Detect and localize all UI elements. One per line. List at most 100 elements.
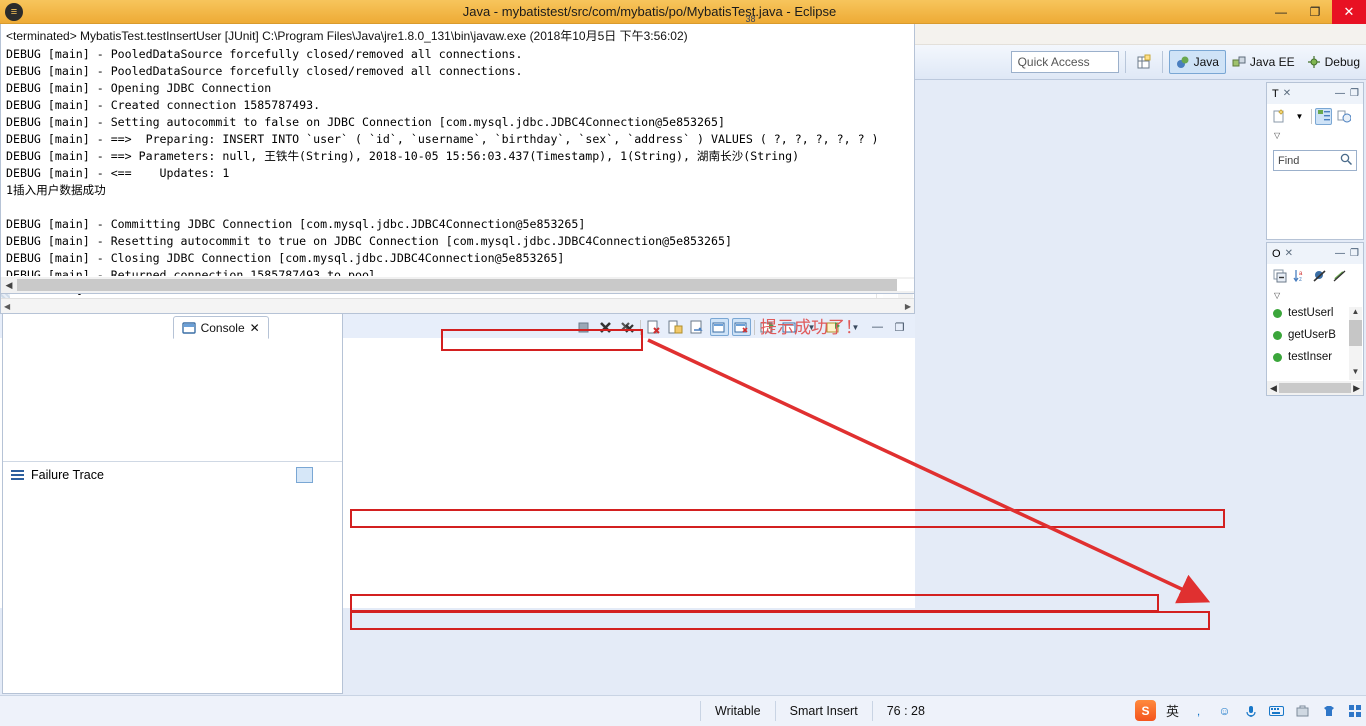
- show-console-on-error-icon[interactable]: [732, 318, 751, 336]
- close-icon[interactable]: ✕: [250, 321, 260, 335]
- tab-task-list-label[interactable]: T: [1272, 88, 1279, 100]
- outline-horizontal-scrollbar[interactable]: ◀ ▶: [1267, 381, 1363, 395]
- sort-icon[interactable]: az: [1291, 268, 1308, 285]
- console-horizontal-scrollbar[interactable]: ◀: [1, 277, 914, 293]
- outline-tab-bar: O ✕ — ❐: [1267, 243, 1363, 264]
- scroll-left-icon[interactable]: ◀: [4, 302, 10, 311]
- terminate-icon[interactable]: [574, 318, 593, 336]
- console-line: DEBUG [main] - Returned connection 15857…: [6, 268, 383, 276]
- scroll-lock-icon[interactable]: [666, 318, 685, 336]
- scroll-thumb[interactable]: [1349, 320, 1362, 346]
- scroll-up-icon[interactable]: ▲: [1349, 307, 1362, 320]
- task-toolbar-separator: [1311, 108, 1312, 124]
- outline-view-menu[interactable]: ▽: [1267, 288, 1363, 302]
- outline-item-label: testUserl: [1288, 307, 1334, 319]
- console-scroll-thumb[interactable]: [17, 279, 897, 291]
- new-task-icon[interactable]: [1271, 108, 1288, 125]
- perspective-debug[interactable]: Debug: [1301, 50, 1366, 74]
- failure-trace-header: Failure Trace: [3, 461, 342, 487]
- console-output[interactable]: <terminated> MybatisTest.testInsertUser …: [0, 24, 915, 294]
- console-line: DEBUG [main] - ==> Parameters: null, 王铁牛…: [6, 149, 800, 163]
- console-toolbar-separator: [640, 319, 641, 335]
- task-find-placeholder: Find: [1278, 154, 1300, 167]
- sogou-logo-icon[interactable]: S: [1135, 700, 1156, 721]
- minimize-console-icon[interactable]: —: [868, 318, 887, 336]
- maximize-button[interactable]: ❐: [1298, 0, 1332, 24]
- hide-static-icon[interactable]: [1331, 268, 1348, 285]
- perspective-javaee-label: Java EE: [1249, 55, 1295, 69]
- failure-trace-menu-icon[interactable]: [317, 467, 334, 483]
- scroll-right-icon[interactable]: ▶: [1353, 383, 1360, 394]
- apps-icon[interactable]: [1345, 701, 1364, 720]
- skin-icon[interactable]: [1319, 701, 1338, 720]
- minimize-button[interactable]: —: [1264, 0, 1298, 24]
- console-line: DEBUG [main] - <== Updates: 1: [6, 166, 230, 180]
- console-launch-header: <terminated> MybatisTest.testInsertUser …: [6, 29, 688, 43]
- ime-language-icon[interactable]: 英: [1163, 701, 1182, 720]
- close-icon[interactable]: ✕: [1283, 88, 1291, 99]
- hide-fields-icon[interactable]: [1311, 268, 1328, 285]
- remove-all-launches-icon[interactable]: [618, 318, 637, 336]
- task-list-toolbar: ▼: [1267, 104, 1363, 128]
- show-console-on-output-icon[interactable]: [710, 318, 729, 336]
- categorize-icon[interactable]: [1315, 107, 1332, 125]
- schedule-icon[interactable]: [1335, 108, 1352, 125]
- editor-overflow-count: 38: [745, 14, 756, 24]
- comma-icon[interactable]: ,: [1189, 701, 1208, 720]
- outline-vertical-scrollbar[interactable]: ▲ ▼: [1349, 307, 1362, 380]
- outline-scroll-thumb[interactable]: [1278, 383, 1352, 393]
- console-scroll-track[interactable]: [17, 279, 914, 291]
- console-line: DEBUG [main] - ==> Preparing: INSERT INT…: [6, 132, 879, 146]
- remove-launch-icon[interactable]: [596, 318, 615, 336]
- minimize-view-icon[interactable]: —: [1335, 248, 1345, 259]
- task-find-input[interactable]: Find: [1273, 150, 1357, 171]
- scroll-left-icon[interactable]: ◀: [1270, 383, 1277, 394]
- toolbox-icon[interactable]: [1293, 701, 1312, 720]
- scroll-down-icon[interactable]: ▼: [1349, 367, 1362, 380]
- toolbar-separator-8: [1161, 51, 1163, 73]
- status-insert-mode: Smart Insert: [774, 701, 872, 721]
- maximize-view-icon[interactable]: ❐: [1350, 248, 1359, 259]
- task-list-view-menu[interactable]: ▽: [1267, 128, 1363, 142]
- failure-trace-label: Failure Trace: [31, 467, 104, 482]
- status-cursor-position: 76 : 28: [871, 701, 939, 721]
- close-icon[interactable]: ✕: [1285, 248, 1293, 259]
- tab-console[interactable]: Console ✕: [172, 316, 269, 339]
- scroll-left-icon[interactable]: ◀: [1, 280, 17, 291]
- compare-result-icon[interactable]: [296, 466, 313, 483]
- open-perspective-icon[interactable]: [1133, 51, 1155, 73]
- console-toolbar-separator-2: [754, 319, 755, 335]
- tab-outline-label[interactable]: O: [1272, 248, 1281, 260]
- search-icon[interactable]: [1340, 153, 1353, 168]
- method-public-icon: [1273, 352, 1282, 362]
- toolbar-separator-7: [1124, 51, 1126, 73]
- svg-text:z: z: [1299, 277, 1302, 283]
- console-log-lines: DEBUG [main] - PooledDataSource forceful…: [1, 46, 914, 276]
- title-bar: ≡ Java - mybatistest/src/com/mybatis/po/…: [0, 0, 1366, 24]
- outline-toolbar: az: [1267, 264, 1363, 288]
- maximize-console-icon[interactable]: ❐: [890, 318, 909, 336]
- close-button[interactable]: ✕: [1332, 0, 1366, 24]
- task-list-view: T ✕ — ❐ ▼ ▽ Find: [1266, 82, 1364, 240]
- ime-toolbar: S 英 , ☺: [1135, 697, 1364, 724]
- console-line: DEBUG [main] - Setting autocommit to fal…: [6, 115, 725, 129]
- console-line: DEBUG [main] - Committing JDBC Connectio…: [6, 217, 586, 231]
- perspective-java[interactable]: Java: [1168, 50, 1226, 74]
- scroll-right-icon[interactable]: ▶: [905, 302, 911, 311]
- mic-icon[interactable]: [1241, 701, 1260, 720]
- editor-horizontal-scrollbar[interactable]: ◀ ▶: [1, 298, 914, 313]
- maximize-view-icon[interactable]: ❐: [1350, 88, 1359, 99]
- minimize-view-icon[interactable]: —: [1335, 88, 1345, 99]
- new-task-dropdown-icon[interactable]: ▼: [1291, 108, 1308, 125]
- console-line: DEBUG [main] - Created connection 158578…: [6, 98, 321, 112]
- quick-access-input[interactable]: Quick Access: [1010, 51, 1119, 73]
- collapse-all-icon[interactable]: [1271, 268, 1288, 285]
- perspective-java-label: Java: [1193, 55, 1219, 69]
- clear-console-icon[interactable]: [644, 318, 663, 336]
- outline-view: O ✕ — ❐ az ▽ testUserl getUserB testInse…: [1266, 242, 1364, 396]
- smiley-icon[interactable]: ☺: [1215, 701, 1234, 720]
- keyboard-icon[interactable]: [1267, 701, 1286, 720]
- word-wrap-icon[interactable]: [688, 318, 707, 336]
- perspective-javaee[interactable]: Java EE: [1226, 50, 1301, 74]
